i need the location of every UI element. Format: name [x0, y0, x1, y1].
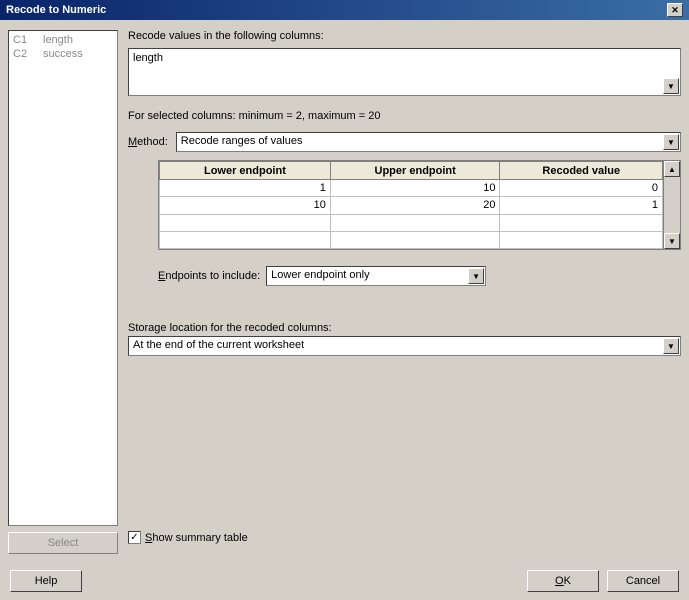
column-name: success: [43, 48, 83, 60]
cell-upper[interactable]: 20: [330, 197, 500, 214]
table-row[interactable]: 1 10 0: [160, 180, 663, 197]
scroll-down-button[interactable]: ▼: [664, 233, 680, 249]
close-button[interactable]: ✕: [667, 3, 683, 17]
column-id: C1: [13, 34, 33, 46]
cell-recoded[interactable]: [500, 231, 663, 248]
recode-table-wrap: Lower endpoint Upper endpoint Recoded va…: [158, 160, 681, 250]
table-scrollbar[interactable]: ▲ ▼: [663, 161, 680, 249]
table-row[interactable]: [160, 214, 663, 231]
endpoints-row: Endpoints to include: Lower endpoint onl…: [158, 266, 681, 286]
summary-checkbox-row: ✓ Show summary table: [128, 531, 681, 544]
cell-upper[interactable]: [330, 214, 500, 231]
chevron-up-icon: ▲: [668, 165, 676, 174]
method-row: Method: Recode ranges of values ▼: [128, 132, 681, 152]
table-row[interactable]: 10 20 1: [160, 197, 663, 214]
help-button[interactable]: Help: [10, 570, 82, 592]
header-recoded: Recoded value: [500, 162, 663, 180]
left-buttons: Help: [10, 570, 82, 594]
chevron-down-icon: ▼: [667, 82, 675, 91]
storage-value: At the end of the current worksheet: [133, 339, 304, 351]
columns-value: length: [133, 52, 163, 64]
title-bar: Recode to Numeric ✕: [0, 0, 689, 20]
right-buttons: OK Cancel: [527, 570, 679, 594]
storage-label: Storage location for the recoded columns…: [128, 322, 681, 334]
endpoints-value: Lower endpoint only: [271, 269, 369, 281]
select-button: Select: [8, 532, 118, 554]
cell-upper[interactable]: 10: [330, 180, 500, 197]
left-panel: C1 length C2 success Select: [8, 30, 118, 554]
column-name: length: [43, 34, 73, 46]
dropdown-arrow-icon: ▼: [663, 338, 679, 354]
column-item[interactable]: C2 success: [11, 47, 115, 61]
column-id: C2: [13, 48, 33, 60]
endpoints-dropdown[interactable]: Lower endpoint only ▼: [266, 266, 486, 286]
table-row[interactable]: [160, 231, 663, 248]
method-dropdown[interactable]: Recode ranges of values ▼: [176, 132, 681, 152]
cell-lower[interactable]: [160, 231, 331, 248]
header-upper: Upper endpoint: [330, 162, 500, 180]
window-title: Recode to Numeric: [6, 4, 106, 16]
content-area: C1 length C2 success Select Recode value…: [0, 20, 689, 554]
recode-table[interactable]: Lower endpoint Upper endpoint Recoded va…: [159, 161, 663, 249]
cell-recoded[interactable]: 1: [500, 197, 663, 214]
right-panel: Recode values in the following columns: …: [128, 30, 681, 554]
cell-lower[interactable]: [160, 214, 331, 231]
cell-recoded[interactable]: [500, 214, 663, 231]
summary-checkbox[interactable]: ✓: [128, 531, 141, 544]
scroll-down-button[interactable]: ▼: [663, 78, 679, 94]
bottom-bar: Help OK Cancel: [0, 564, 689, 600]
checkmark-icon: ✓: [130, 532, 138, 543]
column-item[interactable]: C1 length: [11, 33, 115, 47]
method-value: Recode ranges of values: [181, 135, 303, 147]
cell-lower[interactable]: 1: [160, 180, 331, 197]
header-lower: Lower endpoint: [160, 162, 331, 180]
storage-dropdown[interactable]: At the end of the current worksheet ▼: [128, 336, 681, 356]
cancel-button[interactable]: Cancel: [607, 570, 679, 592]
cell-lower[interactable]: 10: [160, 197, 331, 214]
chevron-down-icon: ▼: [668, 237, 676, 246]
selected-range-label: For selected columns: minimum = 2, maxim…: [128, 110, 681, 122]
endpoints-label: Endpoints to include:: [158, 270, 260, 282]
ok-button[interactable]: OK: [527, 570, 599, 592]
storage-section: Storage location for the recoded columns…: [128, 322, 681, 356]
recode-values-label: Recode values in the following columns:: [128, 30, 681, 42]
close-icon: ✕: [671, 5, 679, 16]
column-list[interactable]: C1 length C2 success: [8, 30, 118, 526]
dropdown-arrow-icon: ▼: [468, 268, 484, 284]
scroll-up-button[interactable]: ▲: [664, 161, 680, 177]
cell-recoded[interactable]: 0: [500, 180, 663, 197]
dropdown-arrow-icon: ▼: [663, 134, 679, 150]
cell-upper[interactable]: [330, 231, 500, 248]
method-label: Method:: [128, 136, 168, 148]
columns-input[interactable]: length ▼: [128, 48, 681, 96]
summary-label: Show summary table: [145, 532, 248, 544]
